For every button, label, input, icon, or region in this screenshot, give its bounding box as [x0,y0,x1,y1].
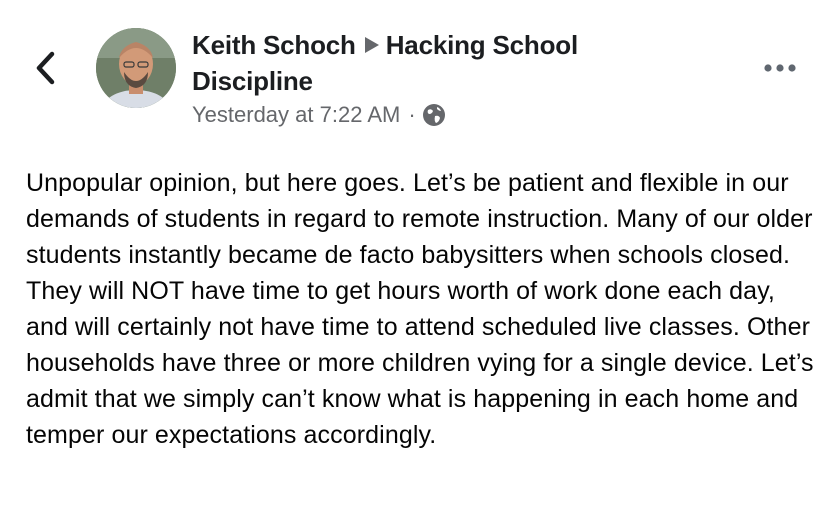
more-options-button[interactable] [760,56,800,80]
post-text: Unpopular opinion, but here goes. Let’s … [26,169,814,449]
back-button[interactable] [30,50,60,86]
post-meta: Yesterday at 7:22 AM · [192,100,712,130]
meta-separator: · [408,102,416,128]
triangle-right-icon [364,28,380,62]
post-timestamp[interactable]: Yesterday at 7:22 AM [192,100,400,130]
post-title: Keith Schoch Hacking School [192,28,712,64]
group-name-continued[interactable]: Discipline [192,64,712,98]
author-name[interactable]: Keith Schoch [192,30,356,60]
chevron-left-icon [36,51,55,85]
more-horizontal-icon [764,64,796,72]
globe-icon[interactable] [422,103,446,127]
profile-photo [96,28,176,108]
group-name[interactable]: Hacking School [386,30,578,60]
post-header: Keith Schoch Hacking School Discipline Ye… [192,28,712,130]
avatar[interactable] [96,28,176,108]
